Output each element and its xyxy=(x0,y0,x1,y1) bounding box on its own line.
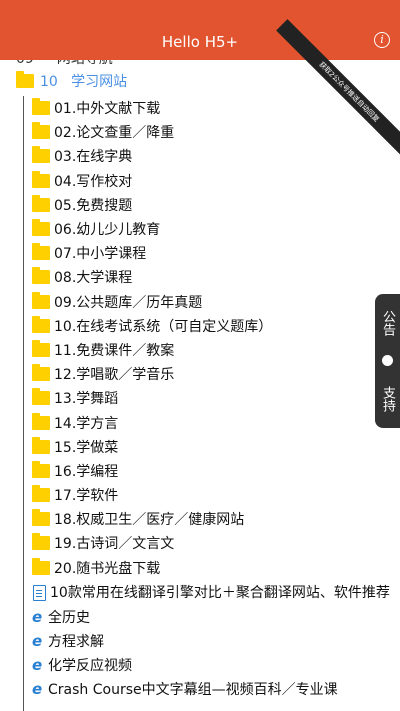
folder-icon xyxy=(16,71,34,88)
folder-item[interactable]: 02.论文查重／降重 xyxy=(32,120,392,144)
folder-icon xyxy=(32,412,50,430)
folder-icon xyxy=(32,364,50,382)
folder-icon xyxy=(32,194,50,212)
folder-icon xyxy=(32,170,50,188)
ie-icon: e xyxy=(32,607,43,626)
folder-item[interactable]: 04.写作校对 xyxy=(32,169,392,193)
root-folder-label: 10 学习网站 xyxy=(40,74,128,90)
folder-icon xyxy=(32,219,50,237)
folder-item-label: 04.写作校对 xyxy=(54,173,133,190)
link-item-label: Crash Course中文字幕组—视频百科／专业课 xyxy=(48,682,338,699)
folder-item-label: 09.公共题库／历年真题 xyxy=(54,294,203,311)
folder-item[interactable]: 15.学做菜 xyxy=(32,435,392,459)
tree-line xyxy=(23,96,24,711)
folder-item[interactable]: 10.在线考试系统（可自定义题库） xyxy=(32,314,392,338)
link-item[interactable]: e 全历史 xyxy=(32,605,392,629)
ie-icon: e xyxy=(32,656,43,675)
folder-icon xyxy=(32,460,50,478)
folder-icon xyxy=(32,291,50,309)
folder-item[interactable]: 07.中小学课程 xyxy=(32,241,392,265)
folder-icon xyxy=(32,122,50,140)
link-item-label: 方程求解 xyxy=(48,634,104,651)
page-title: Hello H5+ xyxy=(161,33,239,51)
dot-icon xyxy=(382,355,393,367)
folder-item[interactable]: 03.在线字典 xyxy=(32,144,392,168)
folder-item[interactable]: 01.中外文献下载 xyxy=(32,96,392,120)
folder-icon xyxy=(32,509,50,527)
folder-item-label: 17.学软件 xyxy=(54,488,119,505)
folder-item-label: 02.论文查重／降重 xyxy=(54,125,175,142)
folder-item-label: 01.中外文献下载 xyxy=(54,101,161,118)
folder-item[interactable]: 13.学舞蹈 xyxy=(32,386,392,410)
folder-item-label: 19.古诗词／文言文 xyxy=(54,536,175,553)
cutoff-row[interactable]: 09 — 网站导航 xyxy=(16,60,113,68)
document-icon xyxy=(33,584,46,601)
folder-item[interactable]: 19.古诗词／文言文 xyxy=(32,531,392,555)
folder-icon xyxy=(32,98,50,116)
side-tab-top: 公告 xyxy=(380,309,395,336)
file-item-label: 10款常用在线翻译引擎对比＋聚合翻译网站、软件推荐 xyxy=(50,584,390,601)
folder-item[interactable]: 20.随书光盘下载 xyxy=(32,556,392,580)
link-item[interactable]: e Crash Course中文字幕组—视频百科／专业课 xyxy=(32,677,392,701)
root-folder[interactable]: 10 学习网站 xyxy=(16,70,127,92)
folder-item-label: 10.在线考试系统（可自定义题库） xyxy=(54,318,273,335)
folder-icon xyxy=(32,388,50,406)
info-icon[interactable]: i xyxy=(374,32,390,48)
ie-icon: e xyxy=(32,680,43,699)
folder-item-label: 15.学做菜 xyxy=(54,439,119,456)
folder-item-label: 13.学舞蹈 xyxy=(54,391,119,408)
folder-item-label: 20.随书光盘下载 xyxy=(54,560,161,577)
link-item-label: 全历史 xyxy=(48,609,90,626)
folder-item[interactable]: 17.学软件 xyxy=(32,483,392,507)
folder-item-label: 16.学编程 xyxy=(54,463,119,480)
folder-item[interactable]: 11.免费课件／教案 xyxy=(32,338,392,362)
folder-icon xyxy=(32,146,50,164)
folder-item[interactable]: 16.学编程 xyxy=(32,459,392,483)
link-item[interactable]: e 化学反应视频 xyxy=(32,653,392,677)
file-item[interactable]: 10款常用在线翻译引擎对比＋聚合翻译网站、软件推荐 xyxy=(32,580,392,605)
folder-item-label: 08.大学课程 xyxy=(54,270,133,287)
folder-item-label: 03.在线字典 xyxy=(54,149,133,166)
folder-icon xyxy=(32,267,50,285)
folder-item[interactable]: 06.幼儿少儿教育 xyxy=(32,217,392,241)
folder-item-label: 12.学唱歌／学音乐 xyxy=(54,367,175,384)
folder-icon xyxy=(32,243,50,261)
side-tab[interactable]: 公告 支持 xyxy=(375,294,400,428)
folder-item-label: 07.中小学课程 xyxy=(54,246,147,263)
folder-item-label: 06.幼儿少儿教育 xyxy=(54,222,161,239)
folder-icon xyxy=(32,533,50,551)
folder-item[interactable]: 09.公共题库／历年真题 xyxy=(32,290,392,314)
app-header: Hello H5+ i xyxy=(0,0,400,60)
folder-item-label: 18.权威卫生／医疗／健康网站 xyxy=(54,512,245,529)
folder-item[interactable]: 18.权威卫生／医疗／健康网站 xyxy=(32,507,392,531)
side-tab-bottom: 支持 xyxy=(380,386,395,413)
link-item[interactable]: e 方程求解 xyxy=(32,629,392,653)
folder-item[interactable]: 05.免费搜题 xyxy=(32,193,392,217)
folder-icon xyxy=(32,339,50,357)
tree-view: 09 — 网站导航 10 学习网站 01.中外文献下载 02.论文查重／降重 03.… xyxy=(0,60,400,711)
folder-icon xyxy=(32,485,50,503)
ie-icon: e xyxy=(32,632,43,651)
folder-icon xyxy=(32,557,50,575)
folder-item[interactable]: 14.学方言 xyxy=(32,410,392,434)
folder-icon xyxy=(32,436,50,454)
folder-icon xyxy=(32,315,50,333)
folder-item-label: 05.免费搜题 xyxy=(54,197,133,214)
folder-item-label: 14.学方言 xyxy=(54,415,119,432)
folder-list: 01.中外文献下载 02.论文查重／降重 03.在线字典 04.写作校对 05.免费搜题… xyxy=(32,96,392,702)
link-item-label: 化学反应视频 xyxy=(48,658,132,675)
folder-item-label: 11.免费课件／教案 xyxy=(54,342,175,359)
folder-item[interactable]: 08.大学课程 xyxy=(32,265,392,289)
folder-item[interactable]: 12.学唱歌／学音乐 xyxy=(32,362,392,386)
